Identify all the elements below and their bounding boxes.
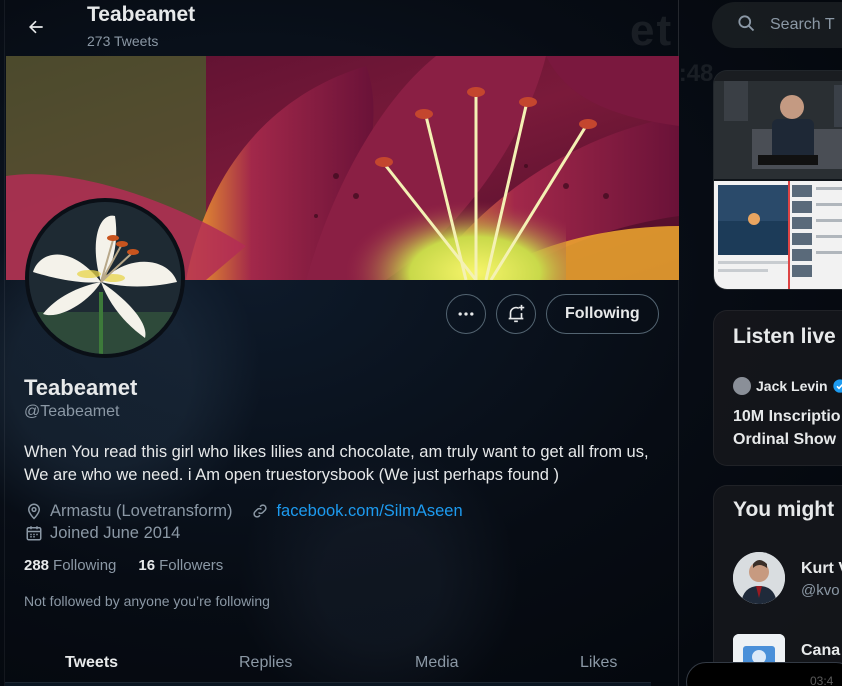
- host-name: Jack Levin: [756, 378, 828, 394]
- profile-avatar[interactable]: [25, 198, 185, 358]
- following-stat[interactable]: 288 Following: [24, 557, 116, 574]
- arrow-left-icon: [29, 20, 43, 34]
- suggested-user-avatar: [733, 552, 785, 604]
- more-dots-icon: [458, 312, 474, 316]
- verified-badge-icon: [832, 379, 842, 393]
- search-placeholder: Search T: [770, 16, 835, 33]
- back-button[interactable]: [19, 10, 53, 44]
- notifications-button[interactable]: [496, 294, 536, 334]
- suggested-user-handle: @kvo: [801, 582, 840, 599]
- suggested-user[interactable]: Kurt V @kvo: [733, 552, 842, 604]
- space-host[interactable]: Jack Levin: [733, 377, 842, 395]
- search-icon: [736, 13, 756, 38]
- calendar-icon: [24, 523, 44, 543]
- profile-joined: Joined June 2014: [50, 523, 181, 542]
- who-to-follow-title: You might: [733, 498, 835, 521]
- search-box[interactable]: Search T: [712, 2, 842, 48]
- tab-tweets[interactable]: Tweets: [65, 654, 118, 672]
- location-pin-icon: [24, 501, 44, 521]
- bell-plus-icon: [508, 304, 525, 323]
- avatar-lily-image: [29, 202, 181, 354]
- profile-meta-row: Armastu (Lovetransform) facebook.com/Sil…: [24, 501, 463, 521]
- tabs-bottom-bar: [5, 682, 651, 686]
- who-to-follow-card: You might Kurt V @kvo Cana: [713, 485, 842, 686]
- link-icon: [250, 501, 270, 521]
- listen-live-title: Listen live: [733, 325, 836, 348]
- profile-actions: Following: [446, 294, 659, 334]
- sidebar-media-card[interactable]: [713, 70, 842, 290]
- tab-media[interactable]: Media: [415, 654, 459, 672]
- header-name: Teabeamet: [87, 3, 196, 26]
- profile-tabs: Tweets Replies Media Likes: [5, 640, 678, 686]
- not-followed-notice: Not followed by anyone you’re following: [24, 593, 270, 609]
- profile-joined-row: Joined June 2014: [24, 523, 180, 543]
- host-avatar: [733, 377, 751, 395]
- profile-handle: @Teabeamet: [24, 403, 120, 420]
- followers-label: Followers: [159, 557, 224, 574]
- followers-stat[interactable]: 16 Followers: [138, 557, 223, 574]
- profile-location: Armastu (Lovetransform): [50, 501, 233, 520]
- profile-website-link[interactable]: facebook.com/SilmAseen: [276, 502, 462, 521]
- profile-name: Teabeamet: [24, 375, 138, 400]
- following-button[interactable]: Following: [546, 294, 659, 334]
- profile-column: Teabeamet 273 Tweets Following Teabeamet…: [4, 0, 679, 686]
- media-thumbnails: [714, 71, 842, 289]
- followers-count: 16: [138, 557, 156, 574]
- more-button[interactable]: [446, 294, 486, 334]
- following-label: Following: [53, 557, 117, 574]
- follow-stats: 288 Following 16 Followers: [24, 557, 223, 574]
- space-title-line-2: Ordinal Show: [733, 431, 837, 448]
- listen-live-card: Listen live Jack Levin 10M Inscriptio Or…: [713, 310, 842, 466]
- header-tweet-count: 273 Tweets: [87, 33, 159, 49]
- profile-bio: When You read this girl who likes lilies…: [24, 443, 649, 484]
- background-clock-bottom: 03:4: [810, 674, 834, 686]
- tab-likes[interactable]: Likes: [580, 654, 617, 672]
- space-title-line-1: 10M Inscriptio: [733, 408, 841, 425]
- suggested-user-name: Cana: [801, 642, 841, 659]
- following-count: 288: [24, 557, 50, 574]
- tab-replies[interactable]: Replies: [239, 654, 292, 672]
- profile-header-bar: Teabeamet 273 Tweets: [5, 0, 678, 56]
- suggested-user-name: Kurt V: [801, 560, 842, 577]
- space-title[interactable]: 10M Inscriptio Ordinal Show: [733, 405, 841, 451]
